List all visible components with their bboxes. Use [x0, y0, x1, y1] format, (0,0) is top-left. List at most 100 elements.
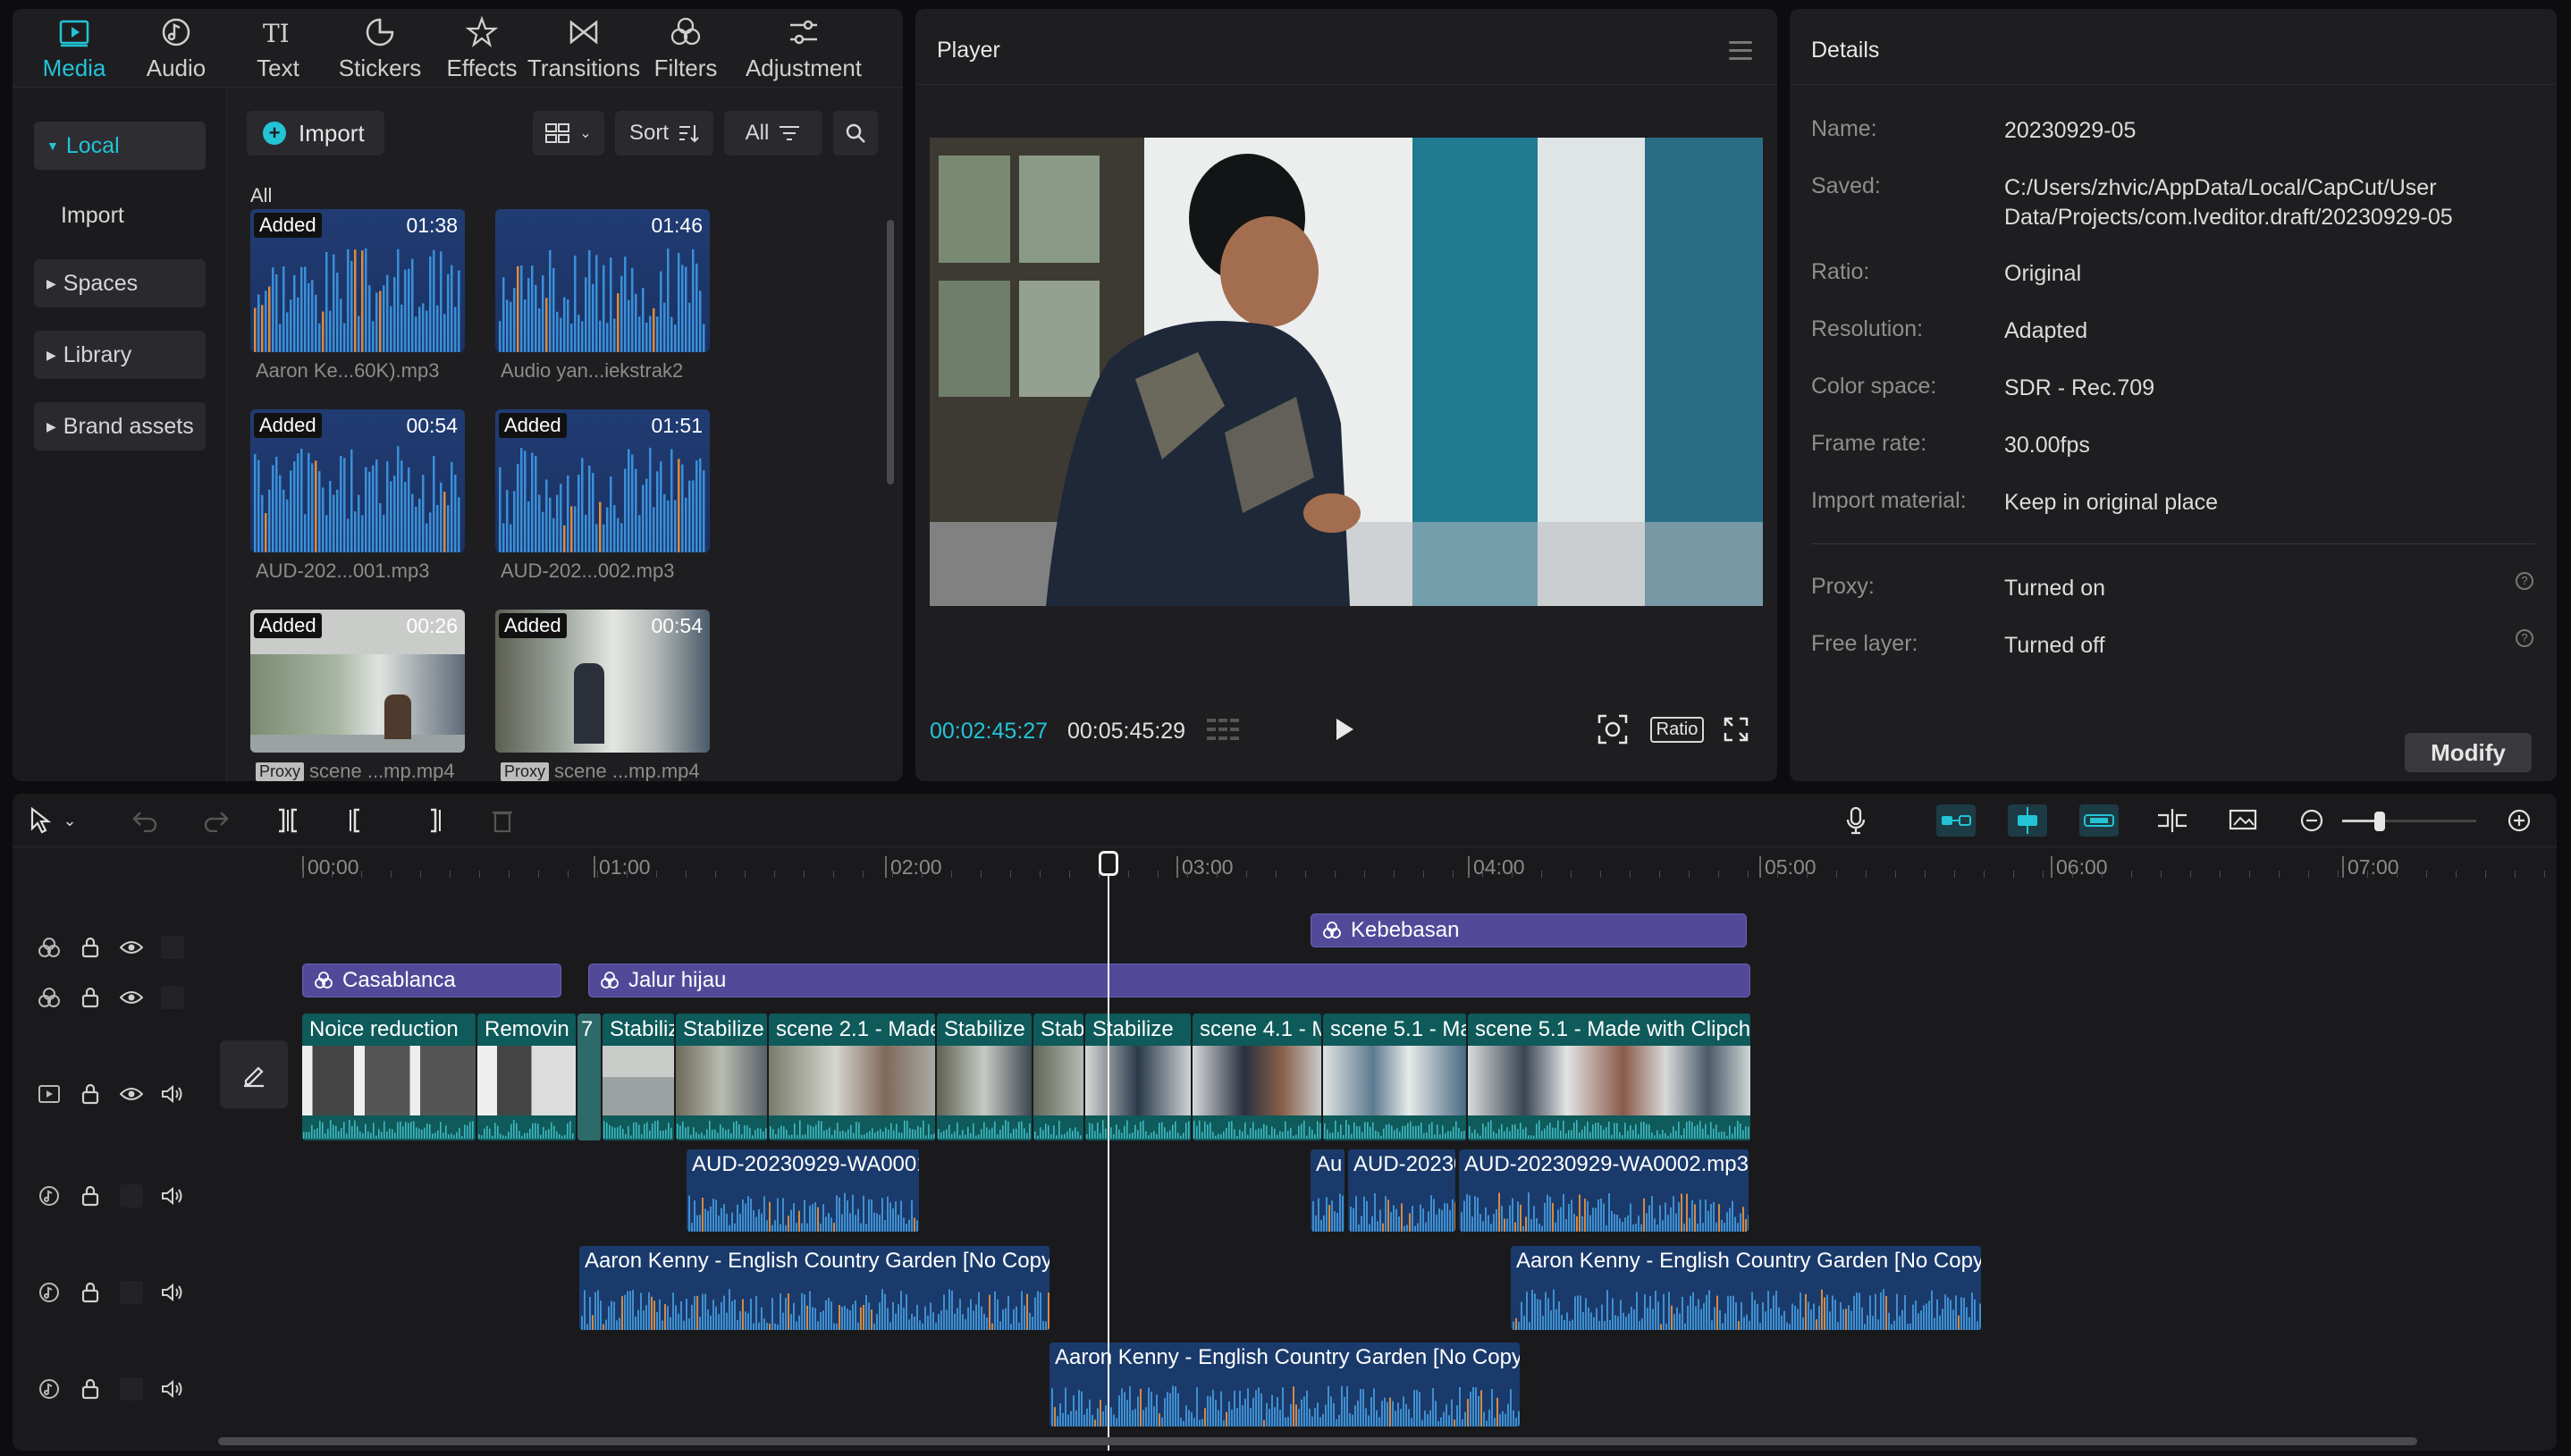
video-clip[interactable]: scene 5.1 - Ma [1323, 1014, 1468, 1140]
video-clip[interactable]: Stabilize [1085, 1014, 1193, 1140]
eye-icon[interactable] [111, 930, 152, 965]
lock-icon[interactable] [70, 1178, 111, 1214]
eye-icon[interactable] [111, 1076, 152, 1112]
zoom-slider[interactable] [2342, 812, 2476, 831]
fit-screen-button[interactable] [1595, 711, 1631, 747]
ruler-minor-tick [1512, 871, 1513, 878]
lock-icon[interactable] [70, 1371, 111, 1407]
video-clip[interactable]: scene 4.1 - M [1193, 1014, 1323, 1140]
video-clip[interactable]: Stabiliz [603, 1014, 676, 1140]
waveform-bar [1207, 1395, 1209, 1427]
tab-adjustment[interactable]: Adjustment [737, 9, 871, 88]
video-clip[interactable]: Noice reduction [302, 1014, 477, 1140]
sort-button[interactable]: Sort [615, 111, 713, 156]
video-clip[interactable]: Stabilize [676, 1014, 769, 1140]
audio-clip[interactable]: AUD-20230929-WA0001 [687, 1149, 921, 1232]
waveform-bar [443, 1132, 444, 1139]
nav-brand-assets[interactable]: ▶ Brand assets [34, 402, 206, 450]
speaker-icon[interactable] [152, 1371, 193, 1407]
video-clip[interactable]: 7 [577, 1014, 603, 1140]
audio-clip[interactable]: AUD-20230929-WA0002.mp3 [1459, 1149, 1750, 1232]
timeline-scrollbar[interactable] [218, 1437, 2417, 1445]
tab-filters[interactable]: Filters [635, 9, 737, 88]
effect-clip-jalur-hijau[interactable]: Jalur hijau [588, 964, 1750, 997]
select-tool-dropdown[interactable]: ⌄ [61, 804, 79, 837]
waveform-bar [1282, 1387, 1284, 1427]
split-button[interactable] [272, 804, 304, 837]
menu-icon[interactable] [1729, 41, 1752, 65]
ratio-button[interactable]: Ratio [1648, 711, 1706, 747]
cover-edit-button[interactable] [220, 1040, 288, 1108]
view-mode-button[interactable]: ⌄ [533, 111, 604, 156]
select-tool-button[interactable] [25, 804, 57, 837]
waveform-bar [1555, 1127, 1556, 1139]
audio-clip[interactable]: AUD-20230 [1348, 1149, 1457, 1232]
nav-local[interactable]: ▼ Local [34, 122, 206, 170]
waveform-bar [1092, 1415, 1093, 1427]
waveform-bar [738, 1124, 740, 1139]
tab-text[interactable]: TI Text [227, 9, 329, 88]
waveform-bar [592, 283, 594, 352]
zoom-out-button[interactable] [2296, 804, 2328, 837]
waveform-bar [1021, 1121, 1023, 1139]
tab-transitions[interactable]: Transitions [527, 9, 640, 88]
audio-clip[interactable]: Au [1311, 1149, 1346, 1232]
search-button[interactable] [833, 111, 878, 156]
tab-media[interactable]: Media [23, 9, 125, 88]
zoom-in-button[interactable] [2503, 804, 2535, 837]
help-icon[interactable]: ? [2516, 572, 2533, 590]
video-clip[interactable]: scene 5.1 - Made with Clipch [1468, 1014, 1752, 1140]
video-clip[interactable]: Stab [1033, 1014, 1085, 1140]
time-ruler[interactable]: 00:00 01:00 02:00 03:00 04:00 05:00 06:0… [13, 847, 2557, 887]
playhead-line[interactable] [1108, 856, 1109, 1451]
effect-clip-kebebasan[interactable]: Kebebasan [1311, 913, 1747, 947]
audio-clip[interactable]: Aaron Kenny - English Country Garden [No… [1049, 1342, 1522, 1427]
tab-effects[interactable]: Effects [431, 9, 533, 88]
playhead-handle[interactable] [1099, 851, 1118, 876]
video-preview[interactable] [930, 138, 1763, 606]
filter-button[interactable]: All [724, 111, 822, 156]
auto-snapping-button[interactable] [2008, 804, 2047, 837]
play-button[interactable] [1327, 711, 1362, 747]
trim-left-button[interactable] [343, 804, 375, 837]
lock-icon[interactable] [70, 1275, 111, 1310]
audio-clip[interactable]: Aaron Kenny - English Country Garden [No… [1511, 1246, 1983, 1330]
media-scrollbar[interactable] [887, 220, 894, 484]
delete-button[interactable] [486, 804, 518, 837]
main-track-magnet-button[interactable] [1936, 804, 1976, 837]
waveform-bar [1113, 1414, 1115, 1427]
timeline-grid-button[interactable] [1203, 711, 1243, 747]
fullscreen-button[interactable] [1718, 711, 1754, 747]
lock-icon[interactable] [70, 1076, 111, 1112]
eye-icon[interactable] [111, 980, 152, 1015]
video-clip[interactable]: Removin [477, 1014, 577, 1140]
lock-icon[interactable] [70, 930, 111, 965]
tab-stickers[interactable]: Stickers [329, 9, 431, 88]
lock-icon[interactable] [70, 980, 111, 1015]
video-clip[interactable]: Stabilize [937, 1014, 1033, 1140]
video-clip[interactable]: scene 2.1 - Made [769, 1014, 937, 1140]
speaker-icon[interactable] [152, 1076, 193, 1112]
media-filename: Audio yan...iekstrak2 [501, 359, 684, 382]
zoom-slider-handle[interactable] [2374, 812, 2385, 831]
tab-audio[interactable]: Audio [125, 9, 227, 88]
import-button[interactable]: + Import [247, 111, 384, 156]
nav-import[interactable]: Import [34, 191, 206, 240]
modify-button[interactable]: Modify [2405, 733, 2532, 772]
speaker-icon[interactable] [152, 1178, 193, 1214]
undo-button[interactable] [129, 804, 161, 837]
waveform-bar [537, 1124, 539, 1139]
redo-button[interactable] [200, 804, 232, 837]
audio-clip[interactable]: Aaron Kenny - English Country Garden [No… [579, 1246, 1051, 1330]
waveform-bar [1596, 1308, 1597, 1330]
trim-right-button[interactable] [415, 804, 447, 837]
nav-library[interactable]: ▶ Library [34, 331, 206, 379]
record-audio-button[interactable] [1840, 804, 1872, 837]
speaker-icon[interactable] [152, 1275, 193, 1310]
help-icon[interactable]: ? [2516, 629, 2533, 647]
linkage-button[interactable] [2079, 804, 2119, 837]
thumbnail-toggle-button[interactable] [2224, 804, 2263, 837]
effect-clip-casablanca[interactable]: Casablanca [302, 964, 561, 997]
nav-spaces[interactable]: ▶ Spaces [34, 259, 206, 307]
preview-axis-button[interactable] [2153, 804, 2192, 837]
